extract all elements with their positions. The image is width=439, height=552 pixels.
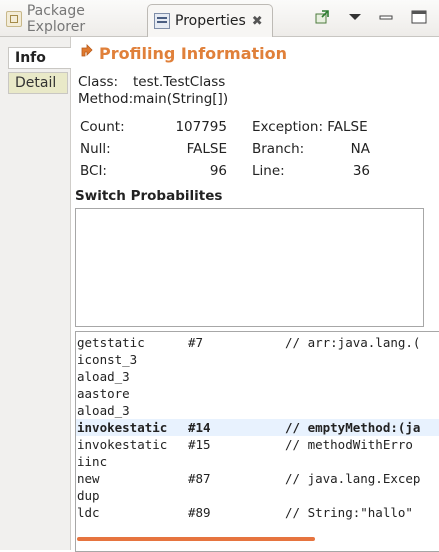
line-label: Line: [252,163,285,179]
bytecode-row[interactable]: aastore [76,385,439,402]
bytecode-opcode: iconst_3 [77,352,138,367]
page-title: Profiling Information [99,43,288,63]
switch-probabilities-area[interactable] [75,208,424,327]
bytecode-comment: // arr:java.lang.( [285,335,421,350]
bci-value: 96 [209,163,227,179]
bytecode-opcode: invokestatic [77,420,168,435]
bytecode-row[interactable]: ldc #89 // String:"hallo" [76,504,439,521]
branch-label: Branch: [252,141,305,157]
profiling-header: Profiling Information [79,43,287,63]
method-label: Method: [78,91,134,107]
bytecode-list[interactable]: getstatic #7 // arr:java.lang.( iconst_3alo… [75,331,439,552]
bytecode-opcode: getstatic [77,335,145,350]
bytecode-opcode: aload_3 [77,369,130,384]
bytecode-opcode: new [77,471,100,486]
side-tab-info[interactable]: Info [8,47,71,69]
null-label: Null: [80,141,111,157]
close-icon[interactable]: ✖ [252,14,263,29]
bytecode-row[interactable]: aload_3 [76,368,439,385]
bytecode-row[interactable]: new #87 // java.lang.Excep [76,470,439,487]
class-label: Class: [78,74,119,90]
bytecode-comment: // String:"hallo" [285,505,413,520]
bytecode-row[interactable]: getstatic #7 // arr:java.lang.( [76,334,439,351]
profiling-icon [79,43,95,63]
pin-icon[interactable] [313,8,331,26]
switch-probabilities-title: Switch Probabilites [75,188,223,204]
bytecode-argument: #15 [188,437,211,452]
bytecode-row[interactable]: dup [76,487,439,504]
null-value: FALSE [186,141,227,157]
view-menu-icon[interactable] [346,8,364,26]
side-tab-detail[interactable]: Detail [8,72,68,94]
bytecode-opcode: dup [77,488,100,503]
bytecode-opcode: aastore [77,386,130,401]
minimize-icon[interactable] [377,8,395,26]
bytecode-opcode: invokestatic [77,437,168,452]
bci-label: BCI: [80,163,107,179]
class-value: test.TestClass [133,74,226,90]
bytecode-comment: // methodWithErro [285,437,413,452]
package-explorer-icon [6,11,22,27]
tab-properties[interactable]: Properties ✖ [147,4,273,37]
maximize-icon[interactable] [410,8,428,26]
horizontal-scrollbar-thumb[interactable] [77,537,315,541]
method-value: main(String[]) [133,91,229,107]
properties-icon [154,13,170,29]
bytecode-opcode: aload_3 [77,403,130,418]
tab-properties-label: Properties [175,13,246,29]
bytecode-row[interactable]: iconst_3 [76,351,439,368]
line-value: 36 [352,163,370,179]
bytecode-comment: // java.lang.Excep [285,471,421,486]
bytecode-comment: // emptyMethod:(ja [285,420,421,435]
branch-value: NA [350,141,370,157]
count-label: Count: [80,119,125,135]
count-value: 107795 [175,119,227,135]
bytecode-argument: #89 [188,505,211,520]
bytecode-opcode: iinc [77,454,108,469]
bytecode-argument: #87 [188,471,211,486]
bytecode-row[interactable]: aload_3 [76,402,439,419]
tab-package-explorer-label: Package Explorer [26,3,86,35]
view-tab-bar: Package Explorer Properties ✖ [0,0,439,37]
exception-label: Exception: FALSE [252,119,368,135]
tab-package-explorer[interactable]: Package Explorer [0,3,146,35]
bytecode-opcode: ldc [77,505,100,520]
bytecode-row[interactable]: invokestatic #15 // methodWithErro [76,436,439,453]
bytecode-row[interactable]: invokestatic #14 // emptyMethod:(ja [76,419,439,436]
side-tab-panel: Info Detail [0,37,71,550]
properties-content: Profiling Information Class: test.TestCl… [71,37,439,552]
bytecode-argument: #7 [188,335,204,350]
bytecode-argument: #14 [188,420,211,435]
bytecode-row[interactable]: iinc [76,453,439,470]
